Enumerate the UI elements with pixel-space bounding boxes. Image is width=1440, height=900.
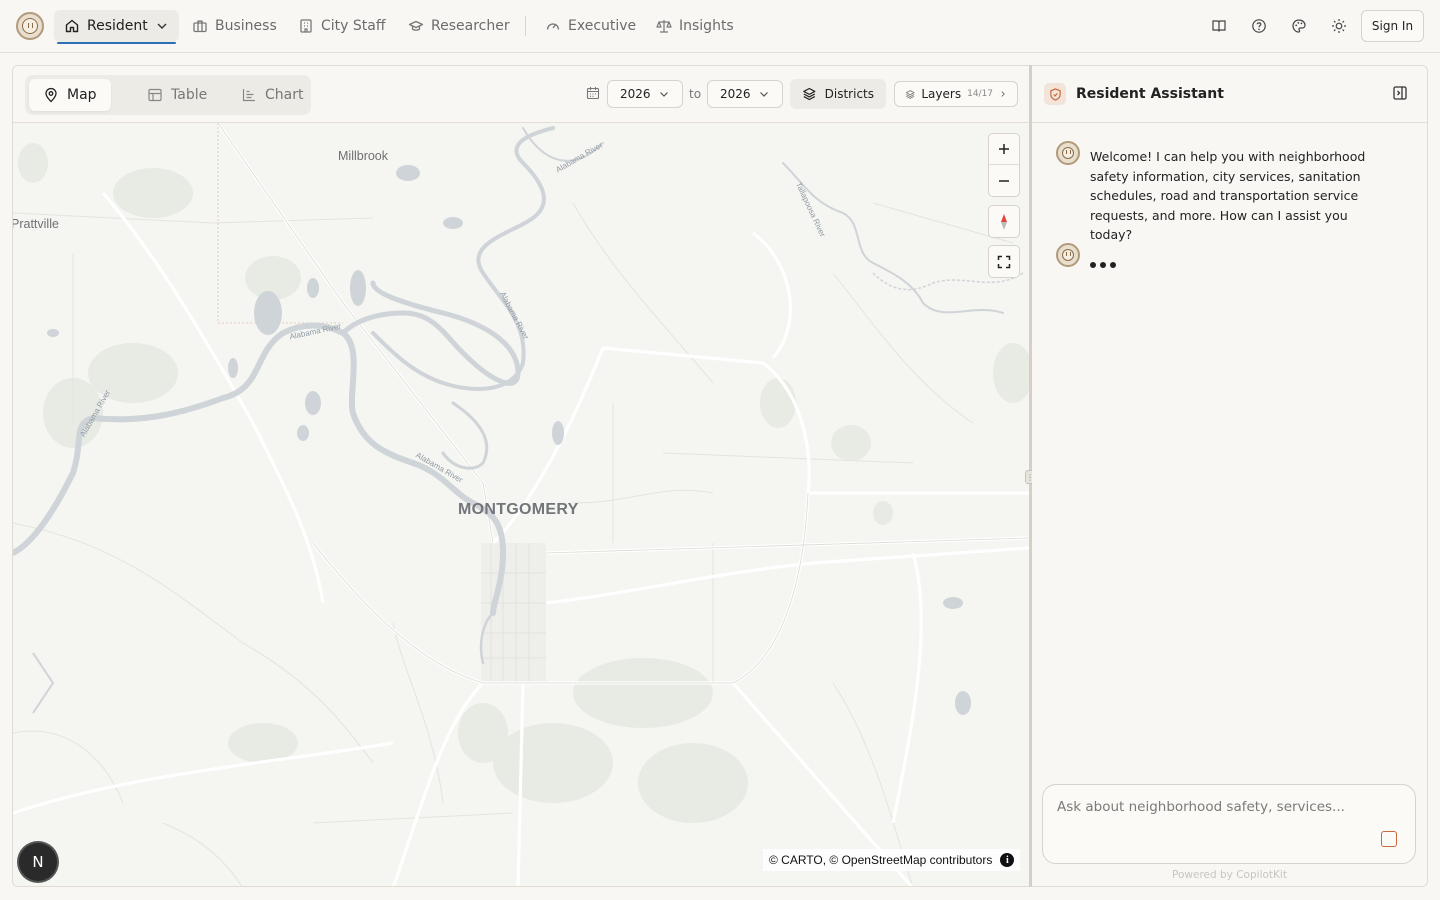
home-icon — [65, 19, 79, 33]
layers-stack-icon — [803, 87, 816, 101]
graduation-cap-icon — [408, 20, 424, 31]
layers-button[interactable]: Layers 14/17 — [894, 81, 1018, 107]
typing-indicator — [1090, 262, 1116, 268]
map-canvas[interactable]: Millbrook Prattville MONTGOMERY Alabama … — [12, 123, 1029, 886]
gauge-icon — [546, 23, 560, 30]
from-year-select[interactable]: 2026 — [607, 80, 683, 108]
palette-icon[interactable] — [1289, 16, 1309, 36]
top-nav: Resident Business City Staff Researcher … — [0, 0, 1440, 53]
chat-input[interactable] — [1057, 799, 1377, 815]
nav-business[interactable]: Business — [182, 10, 287, 42]
map-label-prattville: Prattville — [12, 217, 59, 231]
fullscreen-control — [988, 245, 1020, 278]
nav-resident[interactable]: Resident — [54, 10, 179, 44]
tab-chart[interactable]: Chart — [227, 79, 317, 111]
assistant-header: Resident Assistant — [1032, 66, 1427, 123]
compass-icon — [1001, 213, 1007, 230]
assistant-message: Welcome! I can help you with neighborhoo… — [1090, 149, 1366, 242]
shield-icon — [1044, 83, 1066, 105]
assistant-avatar — [1056, 243, 1080, 267]
layers-count: 14/17 — [967, 89, 994, 99]
assistant-title: Resident Assistant — [1076, 86, 1224, 102]
chevron-right-icon — [1001, 91, 1005, 97]
map-attribution: © CARTO, © OpenStreetMap contributors i — [763, 849, 1021, 871]
nav-executive[interactable]: Executive — [535, 10, 646, 42]
chat-input-box — [1042, 784, 1416, 864]
nav-label: City Staff — [321, 18, 386, 34]
chevron-down-icon — [660, 92, 668, 97]
plus-icon — [999, 144, 1009, 154]
tab-label: Table — [171, 87, 208, 103]
zoom-in-button[interactable] — [989, 134, 1019, 165]
map-label-montgomery: MONTGOMERY — [458, 501, 579, 518]
sun-icon[interactable] — [1329, 16, 1349, 36]
stop-icon[interactable] — [1381, 831, 1397, 847]
view-tabs: Map Table Chart — [25, 75, 311, 115]
map-toolbar: Map Table Chart 2026 to 2026 Districts L… — [13, 66, 1029, 123]
north-badge[interactable]: N — [19, 843, 57, 881]
tab-label: Map — [67, 87, 97, 103]
powered-by: Powered by CopilotKit — [1172, 869, 1287, 881]
minus-icon — [999, 179, 1009, 182]
to-year-select[interactable]: 2026 — [707, 80, 783, 108]
briefcase-icon — [193, 20, 207, 33]
assistant-panel: Resident Assistant Welcome! I can help y… — [1032, 65, 1428, 887]
tab-label: Chart — [265, 87, 304, 103]
nav-insights[interactable]: Insights — [646, 10, 744, 42]
fullscreen-button[interactable] — [989, 246, 1019, 277]
fullscreen-icon — [997, 255, 1011, 268]
map-label-millbrook: Millbrook — [338, 149, 389, 163]
districts-label: Districts — [824, 87, 874, 101]
scale-icon — [656, 20, 672, 33]
nav-city-staff[interactable]: City Staff — [288, 10, 396, 42]
layers-icon — [905, 89, 915, 99]
map-pin-icon — [45, 87, 57, 103]
sign-in-button[interactable]: Sign In — [1361, 10, 1424, 42]
to-year-value: 2026 — [720, 87, 751, 101]
compass-control — [988, 205, 1020, 238]
tab-table[interactable]: Table — [133, 79, 221, 111]
nav-label: Executive — [568, 18, 637, 34]
building-icon — [300, 19, 312, 33]
chevron-down-icon — [760, 92, 768, 97]
book-icon[interactable] — [1209, 16, 1229, 36]
help-icon[interactable] — [1249, 16, 1269, 36]
info-icon[interactable]: i — [1000, 853, 1015, 867]
calendar-icon — [586, 87, 600, 100]
nav-researcher[interactable]: Researcher — [398, 10, 520, 42]
to-label: to — [689, 87, 702, 101]
table-icon — [148, 88, 162, 102]
sidebar-collapse-icon[interactable] — [1392, 85, 1408, 101]
zoom-out-button[interactable] — [989, 165, 1019, 196]
assistant-avatar — [1056, 141, 1080, 165]
chevron-down-icon — [157, 23, 167, 29]
chart-icon — [242, 89, 255, 102]
nav-label: Insights — [679, 18, 734, 34]
nav-label: Resident — [87, 18, 148, 34]
tab-map[interactable]: Map — [29, 79, 111, 111]
city-seal-logo[interactable] — [16, 12, 44, 40]
nav-divider — [525, 16, 526, 36]
nav-label: Business — [215, 18, 277, 34]
reset-north-button[interactable] — [989, 206, 1019, 237]
attribution-text: © CARTO, © OpenStreetMap contributors — [769, 853, 993, 867]
layers-label: Layers — [921, 87, 962, 101]
districts-toggle[interactable]: Districts — [790, 79, 886, 109]
map-panel: Map Table Chart 2026 to 2026 Districts L… — [12, 65, 1030, 887]
zoom-controls — [988, 133, 1020, 197]
nav-label: Researcher — [431, 18, 510, 34]
from-year-value: 2026 — [620, 87, 651, 101]
